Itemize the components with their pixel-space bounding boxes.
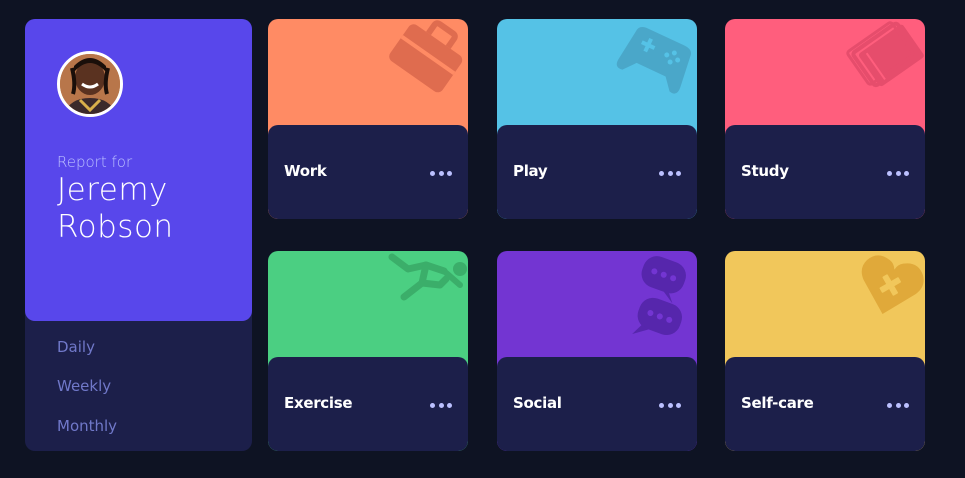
card-play: Play (497, 19, 697, 219)
ellipsis-dot-icon (667, 402, 673, 408)
card-work-title: Work (284, 162, 327, 180)
card-study-body: Study (725, 125, 925, 219)
card-study-title: Study (741, 162, 789, 180)
ellipsis-dot-icon (667, 170, 673, 176)
avatar-image (60, 54, 120, 114)
card-work-menu-button[interactable] (430, 169, 452, 177)
ellipsis-dot-icon (887, 170, 892, 176)
period-monthly-link[interactable]: Monthly (57, 417, 117, 435)
card-self-care: Self-care (725, 251, 925, 451)
ellipsis-dot-icon (447, 402, 452, 408)
card-study: Study (725, 19, 925, 219)
card-work-body: Work (268, 125, 468, 219)
card-self-care-title: Self-care (741, 394, 814, 412)
book-icon (846, 21, 924, 88)
heart-bandage-icon (861, 255, 924, 315)
ellipsis-dot-icon (659, 402, 664, 408)
running-icon (388, 253, 467, 301)
ellipsis-dot-icon (438, 170, 444, 176)
ellipsis-dot-icon (676, 170, 681, 176)
ellipsis-dot-icon (447, 170, 452, 176)
card-self-care-menu-button[interactable] (887, 401, 909, 409)
card-exercise-body: Exercise (268, 357, 468, 451)
card-exercise-menu-button[interactable] (430, 401, 452, 409)
chat-bubbles-icon (632, 256, 686, 336)
avatar (57, 51, 123, 117)
gamepad-icon (616, 27, 692, 94)
ellipsis-dot-icon (904, 170, 909, 176)
ellipsis-dot-icon (887, 402, 892, 408)
profile-header: Report for Jeremy Robson (25, 19, 252, 321)
card-exercise: Exercise (268, 251, 468, 451)
card-study-menu-button[interactable] (887, 169, 909, 177)
card-social-body: Social (497, 357, 697, 451)
ellipsis-dot-icon (438, 402, 444, 408)
ellipsis-dot-icon (430, 402, 435, 408)
profile-card: Report for Jeremy Robson Daily Weekly Mo… (25, 19, 252, 451)
card-play-menu-button[interactable] (659, 169, 681, 177)
card-social: Social (497, 251, 697, 451)
user-name: Jeremy Robson (57, 172, 174, 245)
ellipsis-dot-icon (904, 402, 909, 408)
card-social-menu-button[interactable] (659, 401, 681, 409)
card-play-body: Play (497, 125, 697, 219)
report-for-label: Report for (57, 153, 133, 171)
card-work: Work (268, 19, 468, 219)
ellipsis-dot-icon (895, 170, 901, 176)
ellipsis-dot-icon (430, 170, 435, 176)
card-social-title: Social (513, 394, 562, 412)
card-play-title: Play (513, 162, 548, 180)
ellipsis-dot-icon (895, 402, 901, 408)
card-self-care-body: Self-care (725, 357, 925, 451)
ellipsis-dot-icon (659, 170, 664, 176)
briefcase-icon (389, 20, 463, 93)
ellipsis-dot-icon (676, 402, 681, 408)
period-weekly-link[interactable]: Weekly (57, 377, 111, 395)
period-daily-link[interactable]: Daily (57, 338, 95, 356)
card-exercise-title: Exercise (284, 394, 353, 412)
